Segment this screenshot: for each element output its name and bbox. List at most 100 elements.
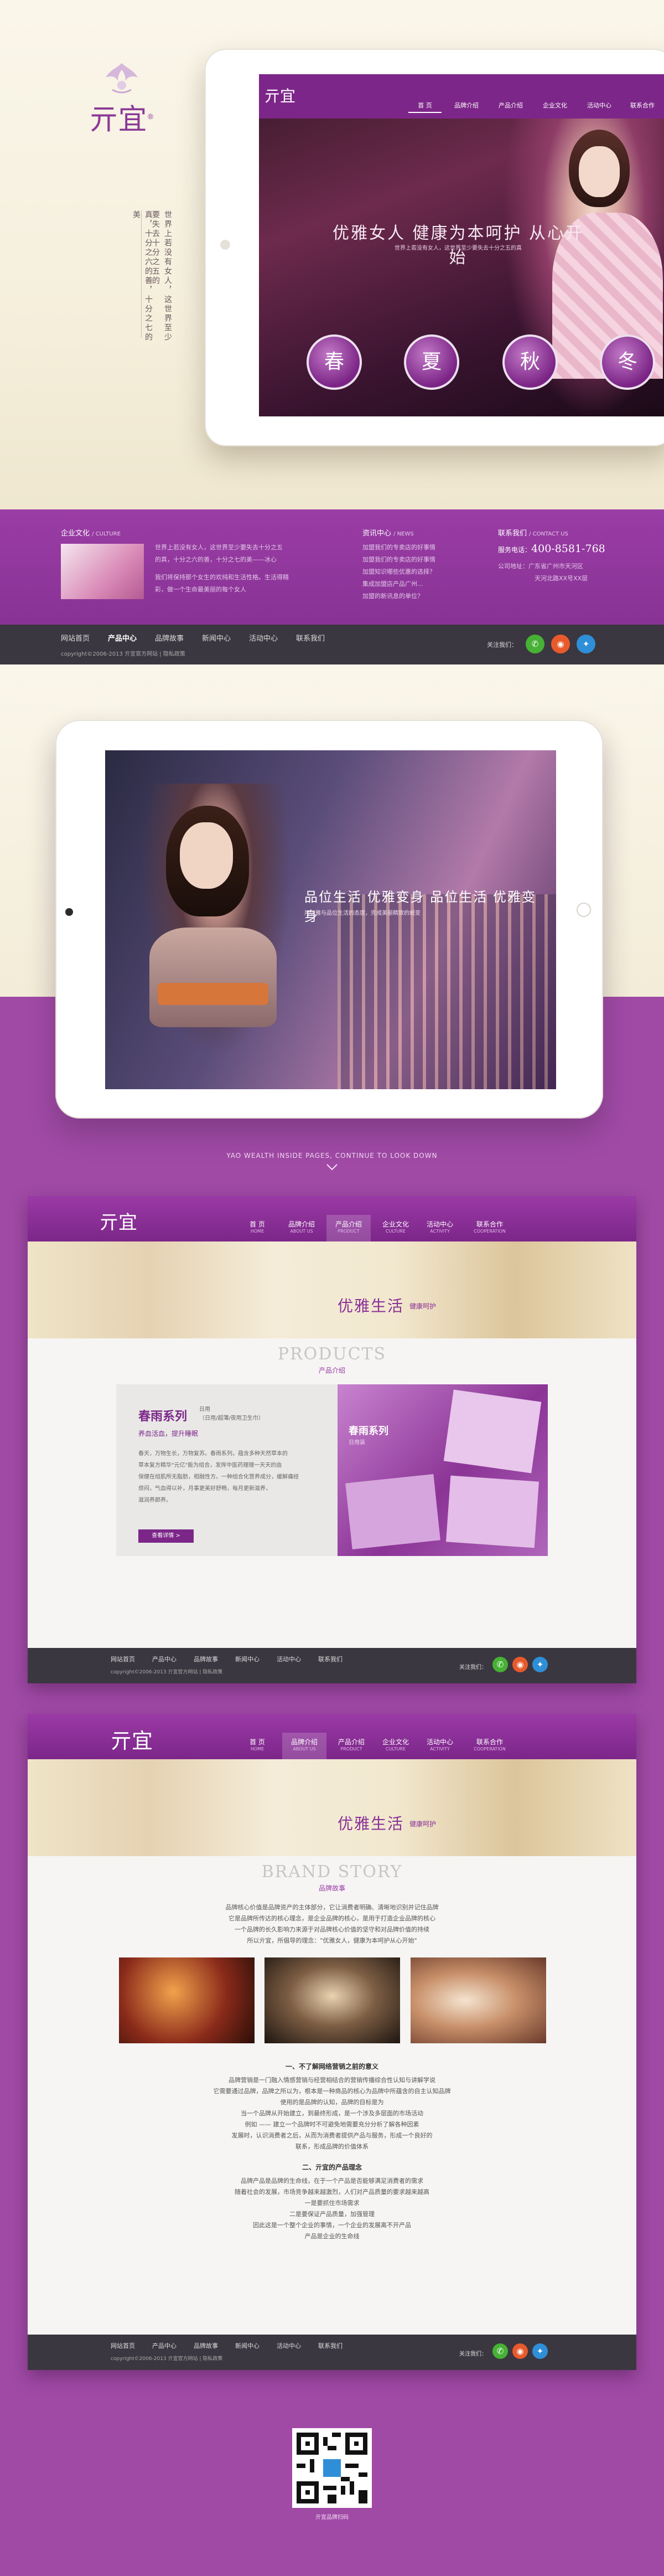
sfoot-link[interactable]: 新闻中心 — [235, 2341, 260, 2350]
footer-link-home[interactable]: 网站首页 — [61, 632, 90, 643]
footer-link-activity[interactable]: 活动中心 — [249, 632, 278, 643]
products-logo[interactable]: 亓宜 — [100, 1207, 137, 1234]
nav-home[interactable]: 首 页 — [408, 101, 442, 113]
wechat-icon[interactable]: ✆ — [526, 635, 544, 653]
sfoot-link[interactable]: 产品中心 — [152, 2341, 177, 2350]
story-p1-line: 它需要通过品牌，品牌之所以为，根本是一种商品的核心为品牌中所蕴含的自主认知品牌 — [213, 2088, 451, 2095]
story-page: 亓宜 首 页 HOME 品牌介绍 ABOUT US 产品介绍 PRODUCT 企业文化… — [28, 1714, 636, 2370]
story-intro-line: 一个品牌的长久影响力来源于对品牌核心价值的坚守和对品牌价值的持续 — [235, 1926, 429, 1933]
weibo-icon[interactable]: ◉ — [551, 635, 570, 653]
news-link[interactable]: 加盟我们的专卖店的好事情 — [362, 542, 479, 554]
hotline-label: 服务电话： — [498, 546, 532, 554]
season-autumn-button[interactable]: 秋 — [502, 334, 558, 390]
story-heading-2: 二、亓宜的产品理念 — [302, 2163, 362, 2171]
story-footer: 网站首页 产品中心 品牌故事 新闻中心 活动中心 联系我们 copyright©… — [28, 2335, 636, 2370]
products-hero: 优雅生活 健康呵护 — [28, 1241, 636, 1338]
qq-icon[interactable]: ✦ — [532, 1657, 548, 1672]
products-header: 亓宜 首 页 HOME 品牌介绍 ABOUT US 产品介绍 PRODUCT 企业文化… — [28, 1196, 636, 1241]
qq-icon[interactable]: ✦ — [532, 2343, 548, 2359]
logo-text: 亓宜 — [89, 103, 147, 137]
pnav-coop[interactable]: 联系合作 — [476, 1220, 503, 1228]
package-box — [443, 1389, 542, 1474]
pfoot-link[interactable]: 网站首页 — [111, 1655, 135, 1663]
pfoot-link[interactable]: 活动中心 — [277, 1655, 301, 1663]
story-p2-line: 因此这是一个整个企业的事情，一个企业的发展离不开产品 — [253, 2222, 411, 2229]
snav-culture[interactable]: 企业文化 — [382, 1738, 409, 1746]
snav-activity-en: ACTIVITY — [430, 1746, 450, 1751]
package-box — [345, 1474, 440, 1550]
pfoot-link[interactable]: 新闻中心 — [235, 1655, 260, 1663]
nav-contact[interactable]: 联系合作 — [623, 101, 662, 110]
nav-activity[interactable]: 活动中心 — [580, 101, 619, 110]
chevron-down-icon[interactable] — [325, 1163, 339, 1176]
pnav-culture[interactable]: 企业文化 — [382, 1220, 409, 1228]
pnav-coop-en: COOPERATION — [474, 1229, 506, 1234]
footer-link-news[interactable]: 新闻中心 — [202, 632, 231, 643]
pnav-home[interactable]: 首 页 — [250, 1220, 265, 1228]
season-winter-button[interactable]: 冬 — [600, 334, 655, 390]
pnav-about[interactable]: 品牌介绍 — [288, 1220, 315, 1228]
story-header: 亓宜 首 页 HOME 品牌介绍 ABOUT US 产品介绍 PRODUCT 企业文化… — [28, 1714, 636, 1759]
product-desc-line: 烦闷，气血得以补，月事更美好舒畅，每月更新滋养， — [138, 1486, 271, 1492]
products-hero-small: 健康呵护 — [409, 1302, 437, 1310]
story-p2-line: 品牌产品是品牌的生命线，在于一个产品是否能够满足消费者的需求 — [241, 2177, 423, 2185]
sfoot-link[interactable]: 活动中心 — [277, 2341, 301, 2350]
nav-products[interactable]: 产品介绍 — [491, 101, 530, 110]
model-dress — [149, 928, 277, 1027]
home-button[interactable] — [577, 903, 591, 917]
footer-link-products[interactable]: 产品中心 — [108, 632, 137, 643]
qq-icon[interactable]: ✦ — [577, 635, 595, 653]
camera-dot — [65, 908, 73, 916]
follow-label: 关注我们： — [487, 641, 517, 648]
snav-about[interactable]: 品牌介绍 — [291, 1738, 318, 1746]
snav-home-en: HOME — [250, 1746, 264, 1751]
sfoot-link[interactable]: 联系我们 — [318, 2341, 343, 2350]
news-link[interactable]: 集成加盟店产品广州... — [362, 578, 479, 590]
snav-product[interactable]: 产品介绍 — [338, 1738, 365, 1746]
pnav-home-en: HOME — [250, 1229, 264, 1234]
pnav-product[interactable]: 产品介绍 — [335, 1220, 362, 1228]
story-intro-line: 它是品牌所传达的核心理念，是企业品牌的核心，是用于打造企业品牌的核心 — [229, 1915, 435, 1922]
home-button[interactable] — [220, 240, 230, 250]
weibo-icon[interactable]: ◉ — [512, 1657, 528, 1672]
sfoot-link[interactable]: 网站首页 — [111, 2341, 135, 2350]
news-link[interactable]: 加盟知识哪些优惠的选择？ — [362, 566, 479, 578]
snav-activity[interactable]: 活动中心 — [427, 1738, 453, 1746]
pfoot-link[interactable]: 品牌故事 — [194, 1655, 218, 1663]
logo-registered: ® — [147, 113, 154, 121]
painting-photo — [264, 1957, 400, 2043]
news-link[interactable]: 加盟的新讯息的单位？ — [362, 590, 479, 602]
model-belt — [158, 983, 268, 1005]
snav-coop[interactable]: 联系合作 — [476, 1738, 503, 1746]
wechat-icon[interactable]: ✆ — [492, 1657, 508, 1672]
pnav-product-en: PRODUCT — [338, 1229, 360, 1234]
story-p1-line: 使用的是品牌的认知，品牌的目标是为 — [280, 2099, 384, 2106]
product-desc-line: 春天，万物生长，万物复苏。春雨系列，蕴含多种天然草本的 — [138, 1451, 288, 1457]
nav-culture[interactable]: 企业文化 — [536, 101, 574, 110]
copyright: copyright©2006-2013 亓宜官方网站 | 隐私政策 — [61, 651, 185, 657]
footer-nav-bar: 网站首页 产品中心 品牌故事 新闻中心 活动中心 联系我们 copyright©… — [0, 625, 664, 664]
story-intro-line: 品牌核心价值是品牌资产的主体部分，它让消费者明确、清晰地识别并记住品牌 — [225, 1904, 439, 1911]
story-p2-line: 产品是企业的生命线 — [304, 2233, 360, 2240]
news-link[interactable]: 加盟我们的专卖店的好事情 — [362, 554, 479, 566]
pfoot-link[interactable]: 产品中心 — [152, 1655, 177, 1663]
snav-home[interactable]: 首 页 — [250, 1738, 265, 1746]
wechat-icon[interactable]: ✆ — [492, 2343, 508, 2359]
nav-brand[interactable]: 品牌介绍 — [447, 101, 486, 110]
view-detail-button[interactable]: 查看详情 > — [138, 1529, 194, 1543]
season-summer-button[interactable]: 夏 — [404, 334, 459, 390]
package-sub: 日用装 — [349, 1440, 365, 1446]
second-banner-sub: 用优雅与品位生活的态度，完成美丽精致的蜕变 — [304, 910, 421, 916]
story-logo[interactable]: 亓宜 — [111, 1724, 153, 1754]
footer-link-story[interactable]: 品牌故事 — [155, 632, 184, 643]
weibo-icon[interactable]: ◉ — [512, 2343, 528, 2359]
pnav-activity[interactable]: 活动中心 — [427, 1220, 453, 1228]
info-band: 企业文化 / CULTURE 世界上若没有女人，这世界至少要失去十分之五 的真，… — [0, 509, 664, 625]
contact-en: / CONTACT US — [529, 531, 568, 537]
story-intro-line: 所以亓宜，所倡导的理念："优雅女人，健康为本呵护从心开始" — [247, 1937, 417, 1944]
footer-link-contact[interactable]: 联系我们 — [296, 632, 325, 643]
season-spring-button[interactable]: 春 — [307, 334, 362, 390]
pfoot-link[interactable]: 联系我们 — [318, 1655, 343, 1663]
sfoot-link[interactable]: 品牌故事 — [194, 2341, 218, 2350]
header-logo[interactable]: 亓宜 — [264, 84, 295, 106]
